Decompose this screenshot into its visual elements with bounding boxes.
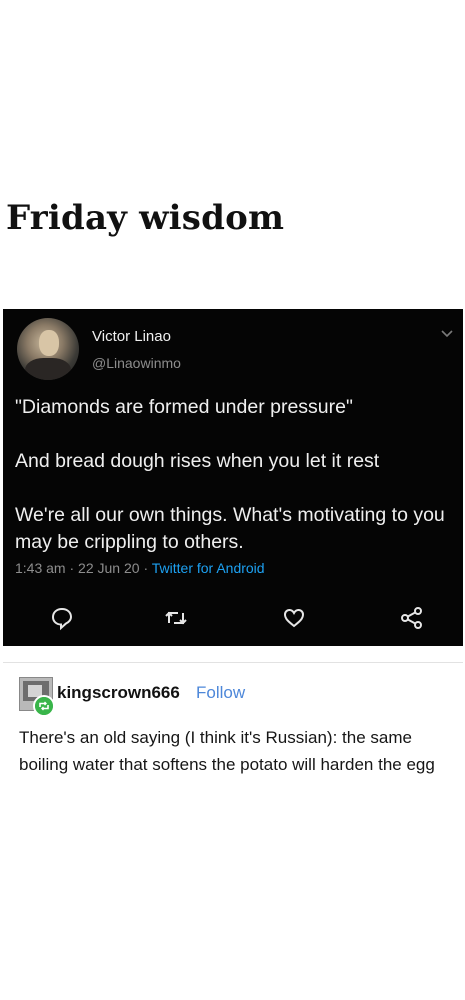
meta-separator: ·: [143, 560, 149, 576]
tweet-text-line-1: "Diamonds are formed under pressure": [15, 396, 353, 418]
tweet-card: Victor Linao @Linaowinmo "Diamonds are f…: [3, 309, 463, 646]
avatar-face: [39, 330, 59, 356]
reply-icon[interactable]: [49, 605, 75, 631]
tweet-text-line-3: We're all our own things. What's motivat…: [15, 504, 445, 553]
follow-button[interactable]: Follow: [196, 683, 245, 703]
tweet-meta: 1:43 am · 22 Jun 20 · Twitter for Androi…: [15, 560, 265, 576]
post-text: There's an old saying (I think it's Russ…: [19, 728, 435, 774]
tweet-time: 1:43 am: [15, 560, 66, 576]
share-icon[interactable]: [399, 605, 425, 631]
meta-separator: ·: [69, 560, 75, 576]
like-icon[interactable]: [281, 605, 307, 631]
tweet-actions: [3, 605, 463, 633]
tweet-author-name[interactable]: Victor Linao: [92, 328, 171, 345]
tweet-date: 22 Jun 20: [78, 560, 140, 576]
tweet-author-handle[interactable]: @Linaowinmo: [92, 355, 181, 371]
tweet-source[interactable]: Twitter for Android: [152, 560, 265, 576]
tweet-text-line-2: And bread dough rises when you let it re…: [15, 450, 380, 472]
avatar[interactable]: [17, 318, 79, 380]
avatar-body: [25, 358, 71, 380]
divider: [3, 662, 463, 663]
page-title: Friday wisdom: [6, 198, 285, 238]
post-username[interactable]: kingscrown666: [57, 683, 180, 703]
retweet-icon[interactable]: [163, 605, 189, 631]
chevron-down-icon[interactable]: [440, 329, 454, 339]
reblog-icon: [33, 695, 55, 717]
